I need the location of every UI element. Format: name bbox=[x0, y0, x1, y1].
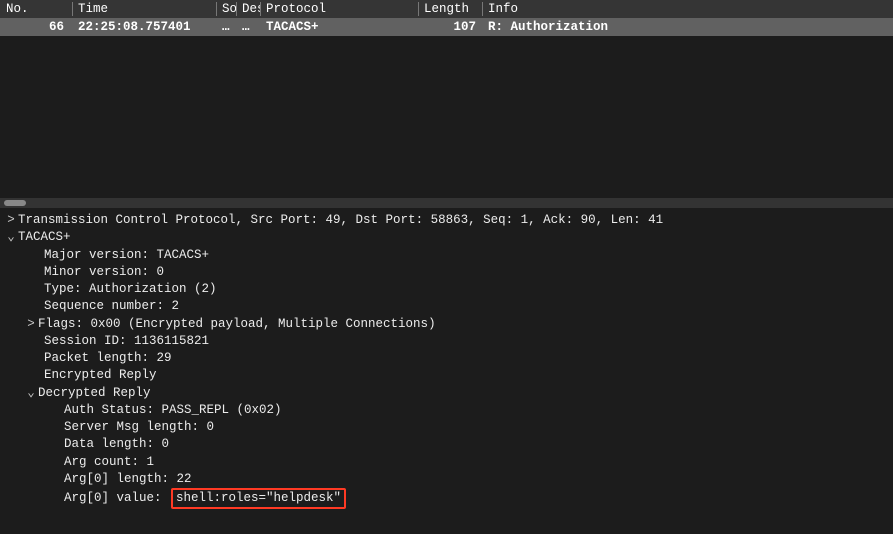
cell-length: 107 bbox=[418, 19, 482, 35]
tree-row-tcp[interactable]: > Transmission Control Protocol, Src Por… bbox=[0, 212, 893, 229]
field-major-version: Major version: TACACS+ bbox=[44, 247, 209, 264]
tree-row-smsg[interactable]: Server Msg length: 0 bbox=[0, 419, 893, 436]
tcp-summary: Transmission Control Protocol, Src Port:… bbox=[18, 212, 663, 229]
field-data-length: Data length: 0 bbox=[64, 436, 169, 453]
packet-detail-pane: > Transmission Control Protocol, Src Por… bbox=[0, 208, 893, 534]
pane-divider[interactable] bbox=[0, 198, 893, 208]
packet-list-blank bbox=[0, 36, 893, 198]
field-flags: Flags: 0x00 (Encrypted payload, Multiple… bbox=[38, 316, 436, 333]
field-session-id: Session ID: 1136115821 bbox=[44, 333, 209, 350]
tree-row-tacacs[interactable]: ⌄ TACACS+ bbox=[0, 229, 893, 246]
col-header-dest[interactable]: Destination bbox=[236, 1, 260, 17]
field-auth-status: Auth Status: PASS_REPL (0x02) bbox=[64, 402, 282, 419]
field-arg0-length: Arg[0] length: 22 bbox=[64, 471, 192, 488]
col-header-protocol[interactable]: Protocol bbox=[260, 1, 418, 17]
tree-row-dlen[interactable]: Data length: 0 bbox=[0, 436, 893, 453]
field-packet-length: Packet length: 29 bbox=[44, 350, 172, 367]
chevron-right-icon[interactable]: > bbox=[24, 316, 38, 333]
tree-row-arg0val[interactable]: Arg[0] value: shell:roles="helpdesk" bbox=[0, 488, 893, 509]
packet-list-header: No. Time Source Destination Protocol Len… bbox=[0, 0, 893, 18]
tree-row-auth[interactable]: Auth Status: PASS_REPL (0x02) bbox=[0, 402, 893, 419]
packet-row[interactable]: 66 22:25:08.757401 … … TACACS+ 107 R: Au… bbox=[0, 18, 893, 36]
divider-handle-icon bbox=[4, 200, 26, 206]
tree-row-major[interactable]: Major version: TACACS+ bbox=[0, 247, 893, 264]
cell-no: 66 bbox=[0, 19, 72, 35]
field-sequence: Sequence number: 2 bbox=[44, 298, 179, 315]
field-server-msg-length: Server Msg length: 0 bbox=[64, 419, 214, 436]
chevron-right-icon[interactable]: > bbox=[4, 212, 18, 229]
field-decrypted-reply: Decrypted Reply bbox=[38, 385, 151, 402]
tree-row-plen[interactable]: Packet length: 29 bbox=[0, 350, 893, 367]
field-encrypted-reply: Encrypted Reply bbox=[44, 367, 157, 384]
tree-row-arg0len[interactable]: Arg[0] length: 22 bbox=[0, 471, 893, 488]
chevron-down-icon[interactable]: ⌄ bbox=[4, 229, 18, 246]
tree-row-flags[interactable]: >Flags: 0x00 (Encrypted payload, Multipl… bbox=[0, 316, 893, 333]
cell-protocol: TACACS+ bbox=[260, 19, 418, 35]
tree-row-minor[interactable]: Minor version: 0 bbox=[0, 264, 893, 281]
packet-list: No. Time Source Destination Protocol Len… bbox=[0, 0, 893, 198]
cell-dest: … bbox=[236, 19, 260, 35]
cell-time: 22:25:08.757401 bbox=[72, 19, 216, 35]
col-header-time[interactable]: Time bbox=[72, 1, 216, 17]
tree-row-dec[interactable]: ⌄Decrypted Reply bbox=[0, 385, 893, 402]
cell-info: R: Authorization bbox=[482, 19, 893, 35]
tree-row-argc[interactable]: Arg count: 1 bbox=[0, 454, 893, 471]
tacacs-label: TACACS+ bbox=[18, 229, 71, 246]
tree-row-enc[interactable]: Encrypted Reply bbox=[0, 367, 893, 384]
tree-row-seq[interactable]: Sequence number: 2 bbox=[0, 298, 893, 315]
chevron-down-icon[interactable]: ⌄ bbox=[24, 385, 38, 402]
field-arg-count: Arg count: 1 bbox=[64, 454, 154, 471]
field-arg0-value-label: Arg[0] value: bbox=[64, 490, 169, 507]
col-header-length[interactable]: Length bbox=[418, 1, 482, 17]
tree-row-session[interactable]: Session ID: 1136115821 bbox=[0, 333, 893, 350]
cell-source: … bbox=[216, 19, 236, 35]
tree-row-type[interactable]: Type: Authorization (2) bbox=[0, 281, 893, 298]
col-header-no[interactable]: No. bbox=[0, 1, 72, 17]
field-arg0-value: shell:roles="helpdesk" bbox=[171, 488, 346, 509]
col-header-source[interactable]: Source bbox=[216, 1, 236, 17]
field-type: Type: Authorization (2) bbox=[44, 281, 217, 298]
field-minor-version: Minor version: 0 bbox=[44, 264, 164, 281]
col-header-info[interactable]: Info bbox=[482, 1, 893, 17]
